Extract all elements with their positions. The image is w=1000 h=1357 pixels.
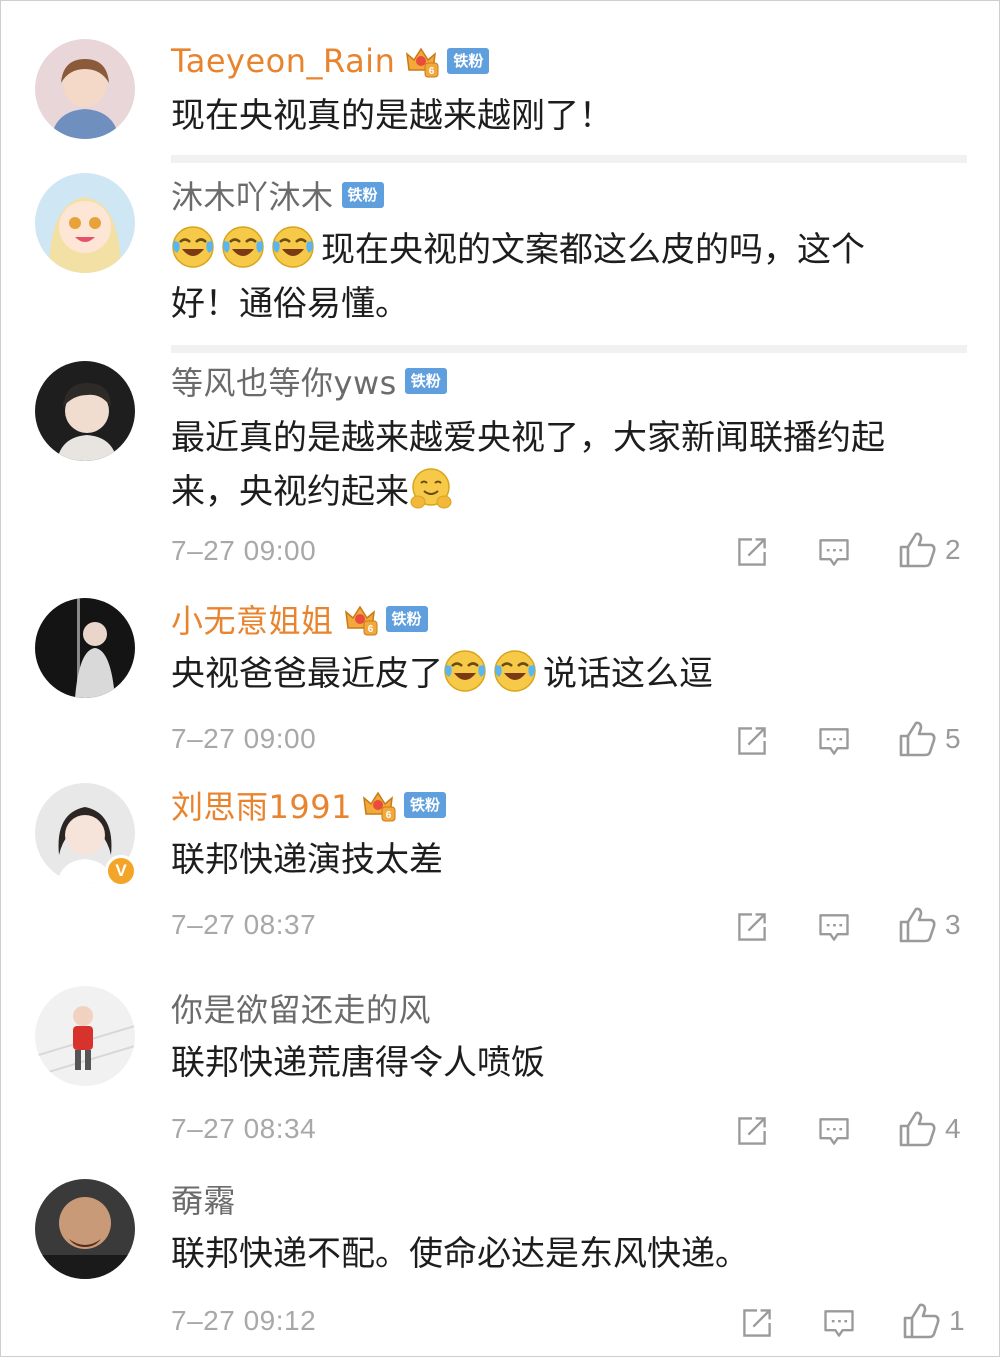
- like-icon: [897, 719, 937, 759]
- avatar-image: [35, 39, 135, 139]
- avatar-image: [35, 361, 135, 461]
- fan-badge: 铁粉: [447, 48, 490, 74]
- avatar-image: [35, 986, 135, 1086]
- like-count: 5: [945, 723, 961, 754]
- like-count: 1: [949, 1305, 965, 1336]
- avatar-image: [35, 173, 135, 273]
- comment-time: 7–27 09:00: [171, 535, 317, 566]
- comment-text: 联邦快递演技太差: [171, 840, 443, 880]
- divider: [171, 155, 967, 163]
- username[interactable]: 刘思雨1991: [171, 782, 352, 828]
- laughing-crying-emoji: [271, 225, 315, 269]
- comment-text-part: 说话这么逗: [543, 654, 713, 694]
- like-icon: [897, 1109, 937, 1149]
- comment-text-line: 现在央视的文案都这么皮的吗，这个: [321, 230, 865, 270]
- comment-text-part: 央视爸爸最近皮了: [171, 654, 443, 694]
- share-icon: [734, 534, 770, 570]
- laughing-crying-emoji: [171, 225, 215, 269]
- comment-icon: [821, 1305, 857, 1341]
- share-button[interactable]: [739, 1303, 775, 1343]
- share-button[interactable]: [734, 532, 770, 572]
- avatar[interactable]: [35, 1179, 135, 1279]
- comment-text-line: 好！通俗易懂。: [171, 284, 409, 324]
- like-icon: [901, 1301, 941, 1341]
- fan-badge: 铁粉: [404, 368, 447, 394]
- username[interactable]: 等风也等你yws: [171, 358, 397, 404]
- comment-text: 联邦快递荒唐得令人喷饭: [171, 1043, 545, 1083]
- like-count: 4: [945, 1113, 961, 1144]
- like-button[interactable]: 2: [897, 530, 961, 570]
- comment-header: 沐木吖沐木 铁粉: [171, 173, 384, 217]
- comment-list: Taeyeon_Rain 铁粉 现在央视真的是越来越刚了！ 沐木吖沐木 铁粉 现…: [0, 0, 1000, 1357]
- comment-time: 7–27 09:12: [171, 1305, 317, 1336]
- comment-button[interactable]: [816, 532, 852, 572]
- like-count: 3: [945, 909, 961, 940]
- username[interactable]: 你是欲留还走的风: [171, 985, 431, 1031]
- comment-time: 7–27 09:00: [171, 723, 317, 754]
- share-button[interactable]: [734, 721, 770, 761]
- avatar-image: [35, 598, 135, 698]
- like-button[interactable]: 3: [897, 905, 961, 945]
- avatar[interactable]: [35, 986, 135, 1086]
- avatar[interactable]: [35, 173, 135, 273]
- share-icon: [734, 723, 770, 759]
- comment-icon: [816, 723, 852, 759]
- comment-text-line: 最近真的是越来越爱央视了，大家新闻联播约起: [171, 418, 885, 458]
- comment-text: 现在央视的文案都这么皮的吗，这个 好！通俗易懂。: [171, 223, 961, 331]
- like-button[interactable]: 1: [901, 1301, 965, 1341]
- avatar[interactable]: [35, 598, 135, 698]
- comment-header: 小无意姐姐 铁粉: [171, 597, 428, 641]
- comment-button[interactable]: [816, 907, 852, 947]
- comment-time: 7–27 08:34: [171, 1113, 317, 1144]
- comment-text: 央视爸爸最近皮了 说话这么逗: [171, 647, 961, 701]
- username[interactable]: 沐木吖沐木: [171, 172, 334, 218]
- avatar-image: [35, 1179, 135, 1279]
- avatar[interactable]: [35, 39, 135, 139]
- comment-button[interactable]: [816, 721, 852, 761]
- laughing-crying-emoji: [443, 649, 487, 693]
- crown-icon: [360, 788, 396, 822]
- comment-text: 联邦快递不配。使命必达是东风快递。: [171, 1234, 749, 1274]
- laughing-crying-emoji: [221, 225, 265, 269]
- username[interactable]: Taeyeon_Rain: [171, 42, 395, 80]
- fan-badge: 铁粉: [385, 606, 428, 632]
- fan-badge: 铁粉: [341, 182, 384, 208]
- like-button[interactable]: 5: [897, 719, 961, 759]
- comment-header: 刘思雨1991 铁粉: [171, 783, 446, 827]
- comment-text: 现在央视真的是越来越刚了！: [171, 96, 613, 136]
- comment-header: 等风也等你yws 铁粉: [171, 359, 447, 403]
- crown-icon: [342, 602, 378, 636]
- laughing-crying-emoji: [493, 649, 537, 693]
- username[interactable]: 小无意姐姐: [171, 596, 334, 642]
- like-icon: [897, 905, 937, 945]
- verified-badge: V: [105, 855, 137, 887]
- comment-header: 奣霿: [171, 1177, 236, 1221]
- comment-button[interactable]: [821, 1303, 857, 1343]
- share-icon: [734, 909, 770, 945]
- like-button[interactable]: 4: [897, 1109, 961, 1149]
- crown-icon: [403, 44, 439, 78]
- comment-header: 你是欲留还走的风: [171, 986, 431, 1030]
- comment-icon: [816, 909, 852, 945]
- comment-button[interactable]: [816, 1111, 852, 1151]
- comment-icon: [816, 534, 852, 570]
- share-button[interactable]: [734, 907, 770, 947]
- comment-time: 7–27 08:37: [171, 909, 317, 940]
- share-button[interactable]: [734, 1111, 770, 1151]
- comment-text: 最近真的是越来越爱央视了，大家新闻联播约起 来，央视约起来: [171, 411, 961, 519]
- like-count: 2: [945, 534, 961, 565]
- share-icon: [734, 1113, 770, 1149]
- like-icon: [897, 530, 937, 570]
- comment-icon: [816, 1113, 852, 1149]
- hug-emoji: [409, 467, 453, 511]
- avatar[interactable]: [35, 361, 135, 461]
- comment-header: Taeyeon_Rain 铁粉: [171, 39, 490, 83]
- comment-text-line: 来，央视约起来: [171, 472, 409, 512]
- divider: [171, 345, 967, 353]
- fan-badge: 铁粉: [403, 792, 446, 818]
- share-icon: [739, 1305, 775, 1341]
- username[interactable]: 奣霿: [171, 1176, 236, 1222]
